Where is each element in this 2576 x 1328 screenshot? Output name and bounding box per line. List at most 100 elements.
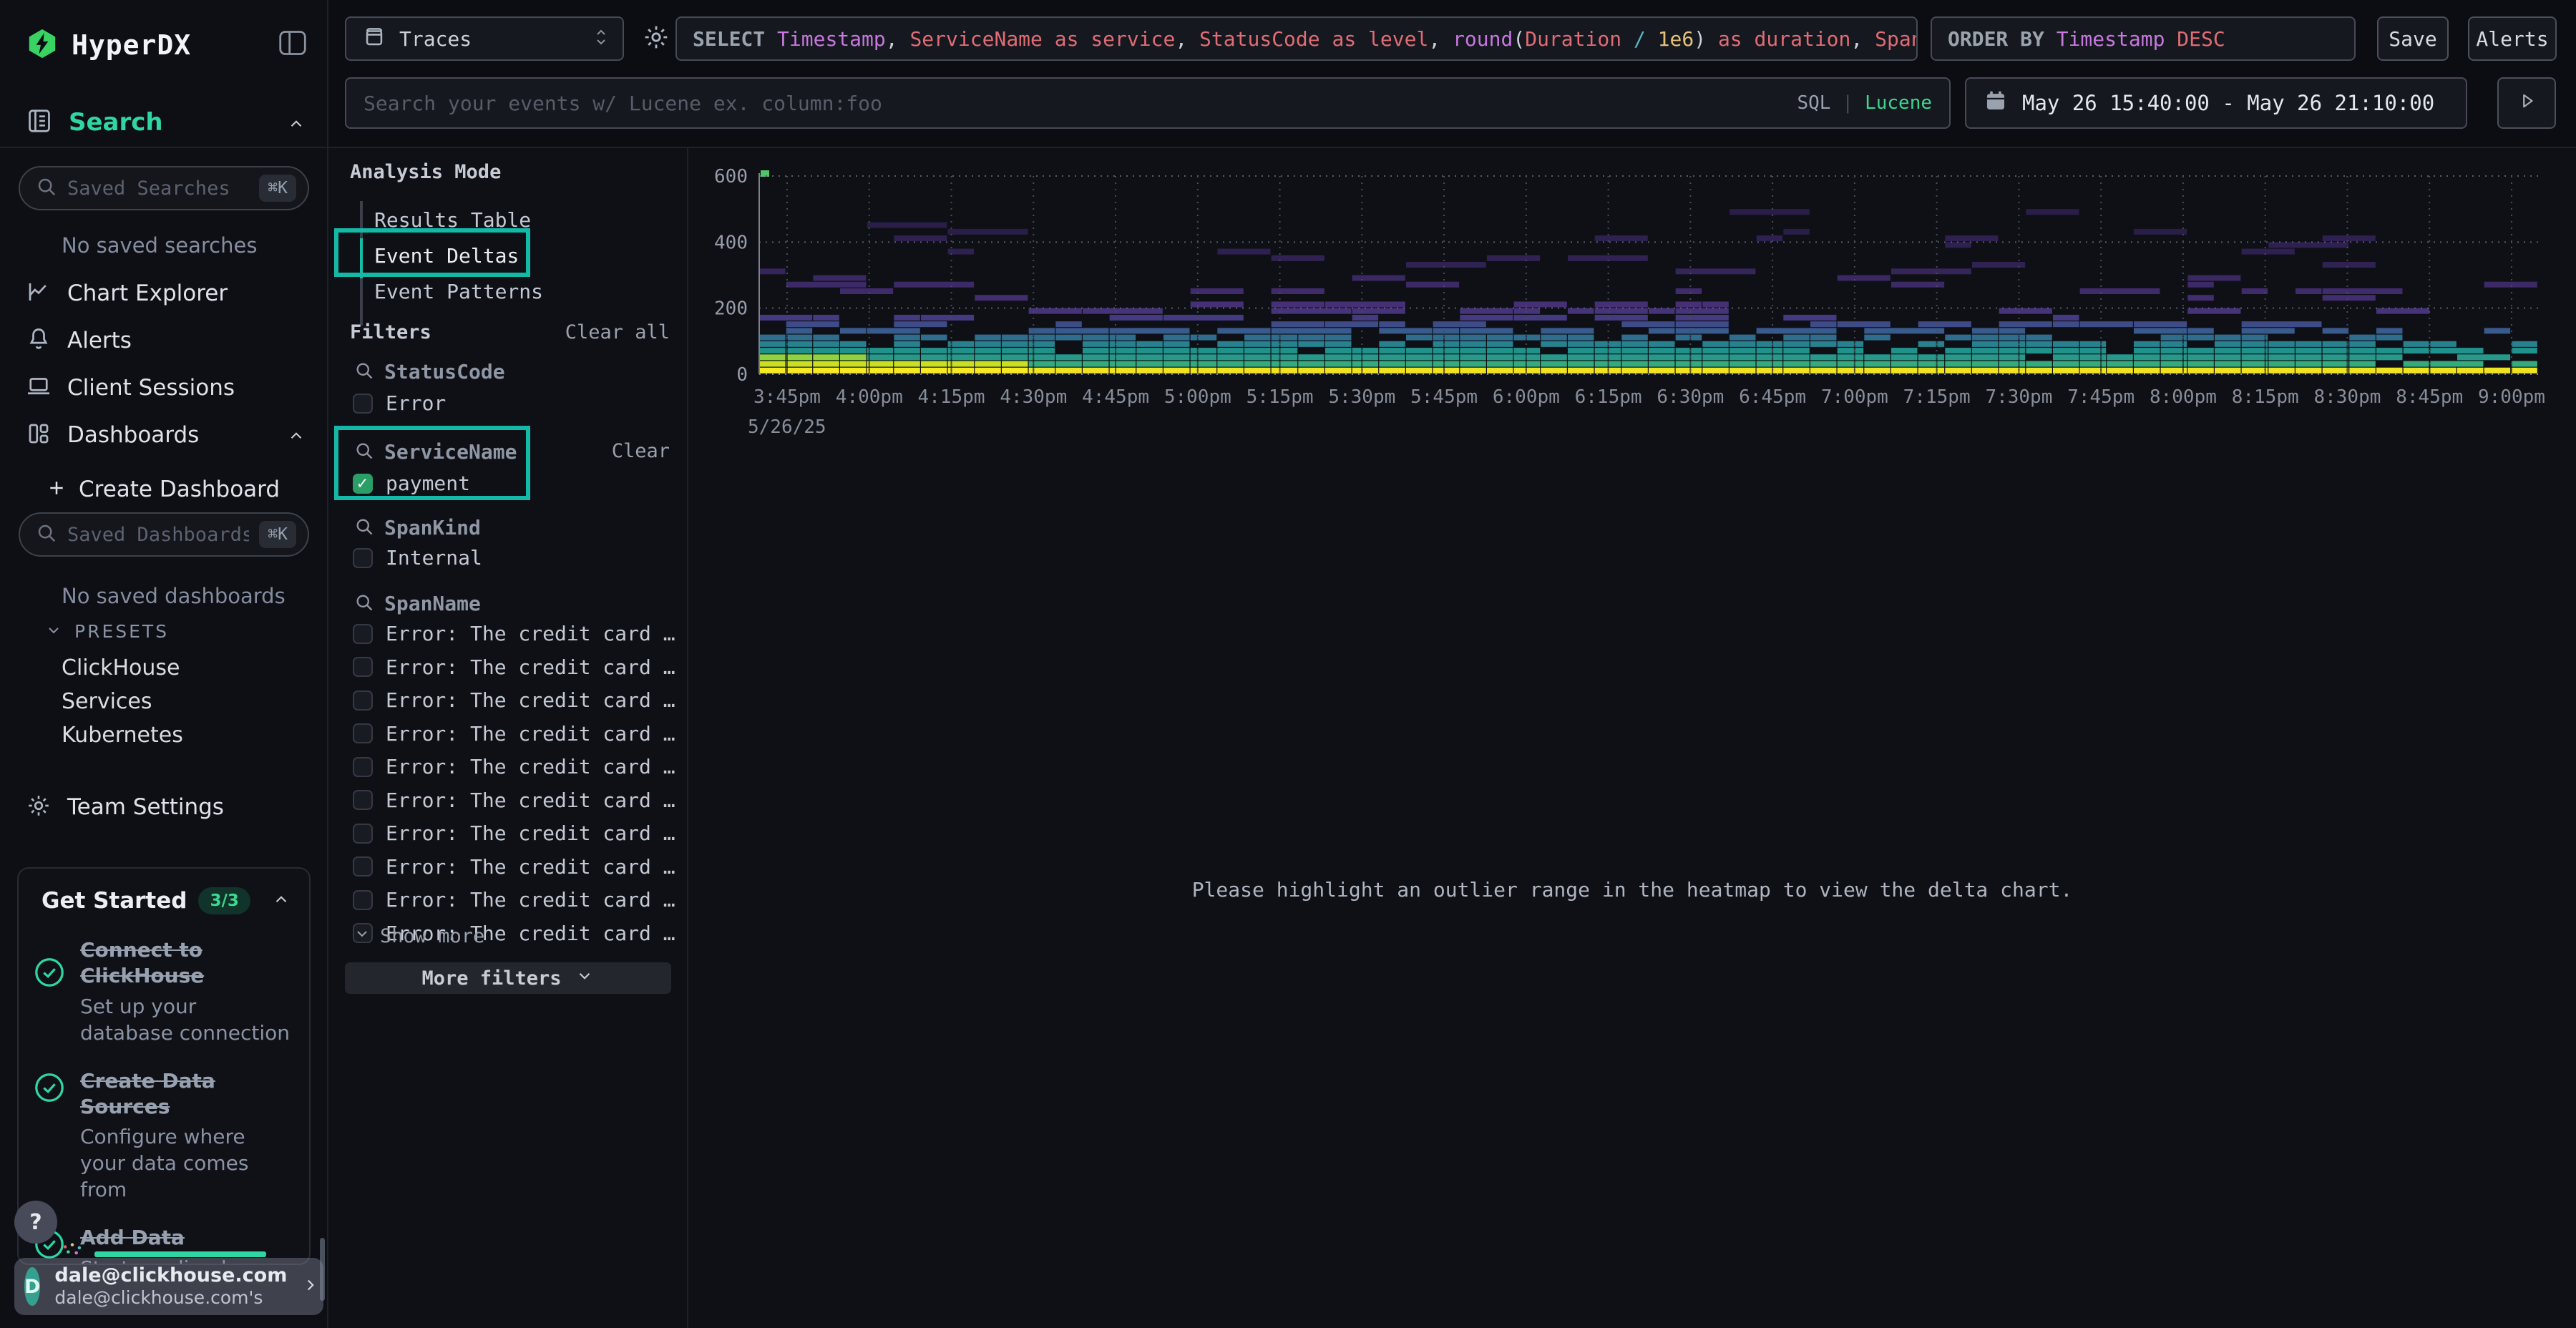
svg-text:7:00pm: 7:00pm bbox=[1821, 386, 1888, 408]
duration-heatmap[interactable]: 02004006003:45pm4:00pm4:15pm4:30pm4:45pm… bbox=[688, 148, 2576, 470]
filter-panel: Analysis Mode Results Table Event Deltas… bbox=[328, 148, 688, 1328]
user-email: dale@clickhouse.com bbox=[54, 1264, 287, 1287]
filter-value-row[interactable]: Error: The credit card … bbox=[353, 655, 675, 679]
checkbox-unchecked[interactable] bbox=[353, 690, 373, 711]
filter-value-label[interactable]: Error: The credit card … bbox=[386, 688, 675, 712]
svg-text:0: 0 bbox=[736, 364, 748, 386]
source-select[interactable]: Traces bbox=[345, 16, 624, 61]
filter-value-label[interactable]: payment bbox=[386, 472, 470, 495]
filter-value-label[interactable]: Error: The credit card … bbox=[386, 755, 675, 778]
filter-value-row[interactable]: Error: The credit card … bbox=[353, 688, 675, 712]
saved-searches-input[interactable] bbox=[67, 177, 249, 200]
language-lucene-option[interactable]: Lucene bbox=[1865, 92, 1932, 114]
filter-value-row[interactable]: Error: The credit card … bbox=[353, 855, 675, 879]
sidebar-item-team-settings[interactable]: Team Settings bbox=[26, 793, 224, 821]
svg-text:5:30pm: 5:30pm bbox=[1328, 386, 1395, 408]
language-sql-option[interactable]: SQL bbox=[1797, 92, 1830, 114]
checkbox-unchecked[interactable] bbox=[353, 624, 373, 644]
filter-value-label[interactable]: Error: The credit card … bbox=[386, 655, 675, 679]
saved-searches-search[interactable]: ⌘K bbox=[19, 166, 309, 210]
preset-services[interactable]: Services bbox=[62, 689, 152, 714]
filter-value-label[interactable]: Error: The credit card … bbox=[386, 788, 675, 812]
get-started-item[interactable]: Create Data Sources Configure where your… bbox=[19, 1053, 309, 1210]
checkbox-unchecked[interactable] bbox=[353, 723, 373, 743]
checkbox-unchecked[interactable] bbox=[353, 790, 373, 810]
filter-group-statuscode[interactable]: StatusCode bbox=[354, 360, 505, 384]
sidebar-item-client-sessions[interactable]: Client Sessions bbox=[26, 374, 235, 402]
hyperdx-app: HyperDX Search ⌘K No saved searches bbox=[0, 0, 2576, 1328]
alerts-button[interactable]: Alerts bbox=[2468, 16, 2557, 61]
sql-orderby-editor[interactable]: ORDER BY Timestamp DESC bbox=[1931, 16, 2356, 61]
presets-toggle[interactable]: PRESETS bbox=[44, 621, 169, 642]
filter-value-row[interactable]: Error: The credit card … bbox=[353, 888, 675, 912]
filter-value-label[interactable]: Error: The credit card … bbox=[386, 722, 675, 746]
svg-text:5:00pm: 5:00pm bbox=[1164, 386, 1231, 408]
chevron-up-icon[interactable] bbox=[286, 426, 307, 448]
active-mode-indicator bbox=[360, 238, 363, 278]
checkbox-unchecked[interactable] bbox=[353, 394, 373, 414]
filter-value-row[interactable]: Internal bbox=[353, 546, 482, 570]
svg-text:6:45pm: 6:45pm bbox=[1739, 386, 1806, 408]
filter-value-row[interactable]: Error: The credit card … bbox=[353, 755, 675, 778]
run-query-button[interactable] bbox=[2497, 77, 2556, 129]
filter-group-spankind[interactable]: SpanKind bbox=[354, 516, 481, 540]
mode-event-deltas[interactable]: Event Deltas bbox=[374, 244, 519, 268]
checkbox-checked[interactable] bbox=[353, 474, 373, 494]
sidebar-item-search[interactable]: Search bbox=[26, 107, 163, 137]
sidebar-item-chart-explorer[interactable]: Chart Explorer bbox=[26, 279, 228, 308]
preset-clickhouse[interactable]: ClickHouse bbox=[62, 655, 180, 680]
chevron-up-icon[interactable] bbox=[286, 114, 307, 136]
checkbox-unchecked[interactable] bbox=[353, 757, 373, 777]
event-search-bar[interactable]: SQL | Lucene bbox=[345, 77, 1951, 129]
sidebar-item-label: Dashboards bbox=[67, 422, 199, 448]
sql-select-editor[interactable]: SELECT Timestamp, ServiceName as service… bbox=[675, 16, 1918, 61]
create-dashboard-button[interactable]: Create Dashboard bbox=[46, 477, 280, 502]
checkbox-unchecked[interactable] bbox=[353, 548, 373, 568]
mode-event-patterns[interactable]: Event Patterns bbox=[374, 280, 543, 303]
sidebar-collapse-icon[interactable] bbox=[277, 29, 308, 57]
filter-value-label[interactable]: Error: The credit card … bbox=[386, 855, 675, 879]
saved-dashboards-input[interactable] bbox=[67, 524, 249, 546]
filter-value-label[interactable]: Error: The credit card … bbox=[386, 888, 675, 912]
more-filters-button[interactable]: More filters bbox=[345, 962, 671, 994]
filter-value-row[interactable]: Error: The credit card … bbox=[353, 821, 675, 845]
source-settings-gear-icon[interactable] bbox=[642, 23, 670, 54]
sidebar-item-alerts[interactable]: Alerts bbox=[26, 326, 132, 355]
get-started-card: Get Started 3/3 Connect to ClickHouse Se… bbox=[17, 867, 311, 1265]
event-search-input[interactable] bbox=[364, 92, 1785, 115]
sql-orderby-text: ORDER BY Timestamp DESC bbox=[1948, 27, 2225, 51]
filter-group-spanname[interactable]: SpanName bbox=[354, 592, 481, 615]
filter-value-label[interactable]: Error bbox=[386, 391, 446, 415]
filter-value-label[interactable]: Error: The credit card … bbox=[386, 622, 675, 645]
divider: | bbox=[1842, 92, 1853, 114]
filter-value-row[interactable]: Error: The credit card … bbox=[353, 722, 675, 746]
query-language-toggle[interactable]: SQL | Lucene bbox=[1797, 92, 1932, 114]
mode-results-table[interactable]: Results Table bbox=[374, 208, 531, 232]
date-range-picker[interactable]: May 26 15:40:00 - May 26 21:10:00 bbox=[1965, 77, 2467, 129]
checkbox-unchecked[interactable] bbox=[353, 824, 373, 844]
filter-value-row[interactable]: payment bbox=[353, 472, 470, 495]
filter-value-row[interactable]: Error bbox=[353, 391, 446, 415]
sidebar-item-dashboards[interactable]: Dashboards bbox=[26, 421, 199, 449]
filter-group-servicename[interactable]: ServiceName bbox=[354, 440, 517, 464]
checkbox-unchecked[interactable] bbox=[353, 657, 373, 677]
chevron-up-icon[interactable] bbox=[270, 890, 292, 912]
user-menu[interactable]: D dale@clickhouse.com dale@clickhouse.co… bbox=[14, 1258, 323, 1315]
filter-value-row[interactable]: Error: The credit card … bbox=[353, 622, 675, 645]
save-button[interactable]: Save bbox=[2377, 16, 2449, 61]
clear-servicename-button[interactable]: Clear bbox=[612, 440, 670, 462]
filter-value-label[interactable]: Internal bbox=[386, 546, 482, 570]
saved-dashboards-search[interactable]: ⌘K bbox=[19, 512, 309, 557]
show-more-button[interactable]: Show more bbox=[353, 925, 484, 947]
user-team: dale@clickhouse.com's bbox=[54, 1287, 287, 1309]
get-started-item[interactable]: Connect to ClickHouse Set up your databa… bbox=[19, 922, 309, 1053]
checkbox-unchecked[interactable] bbox=[353, 890, 373, 910]
clear-all-button[interactable]: Clear all bbox=[565, 321, 670, 343]
preset-kubernetes[interactable]: Kubernetes bbox=[62, 723, 183, 748]
filter-value-label[interactable]: Error: The credit card … bbox=[386, 821, 675, 845]
presets-label: PRESETS bbox=[74, 621, 169, 642]
filter-value-row[interactable]: Error: The credit card … bbox=[353, 788, 675, 812]
help-button[interactable]: ? bbox=[14, 1201, 57, 1244]
checkbox-unchecked[interactable] bbox=[353, 856, 373, 877]
app-logo[interactable]: HyperDX bbox=[26, 27, 191, 63]
